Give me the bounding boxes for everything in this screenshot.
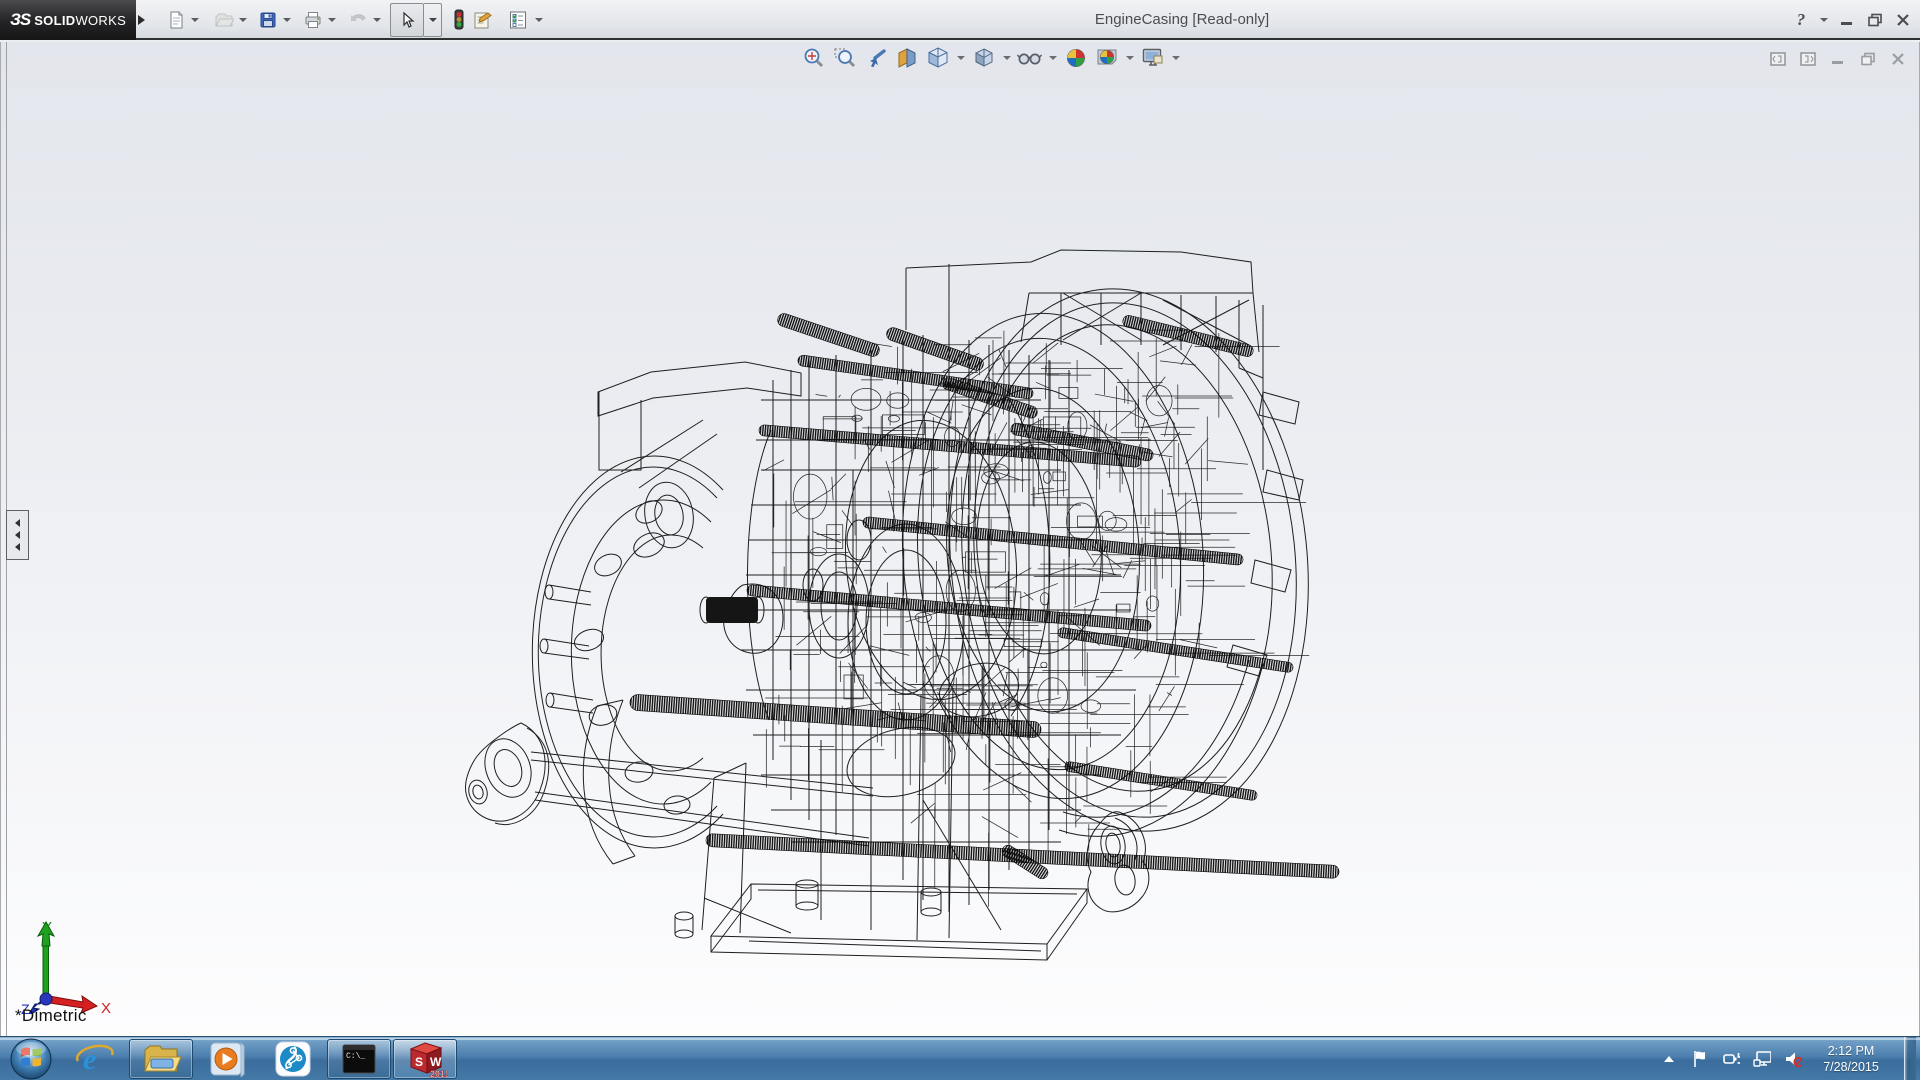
coordinate-triad: Y X Z (9, 918, 119, 1014)
taskbar-windows-explorer[interactable] (129, 1039, 193, 1079)
minimize-button[interactable] (1836, 9, 1858, 31)
select-tool-dropdown[interactable] (424, 3, 442, 37)
collapse-arrow-icon (15, 519, 20, 527)
menu-expand-arrow-icon[interactable] (138, 8, 150, 32)
power-plug-icon[interactable] (1722, 1050, 1740, 1068)
panel-expand-tab[interactable] (6, 510, 29, 560)
start-button[interactable] (0, 1037, 62, 1080)
network-icon[interactable] (1753, 1050, 1771, 1068)
taskbar-share-app[interactable] (261, 1039, 325, 1079)
taskbar-internet-explorer[interactable]: e (63, 1039, 127, 1079)
options-dropdown[interactable] (533, 14, 545, 26)
show-hidden-icons-button[interactable] (1660, 1050, 1678, 1068)
clock-date: 7/28/2015 (1815, 1059, 1887, 1075)
undo-dropdown[interactable] (371, 14, 383, 26)
hide-show-items-dropdown[interactable] (1048, 45, 1058, 71)
view-settings-icon[interactable] (1140, 45, 1166, 71)
doc-restore-button[interactable] (1857, 48, 1879, 70)
document-properties-button[interactable] (470, 6, 494, 34)
display-style-dropdown[interactable] (1002, 45, 1012, 71)
select-tool-button[interactable] (390, 3, 424, 37)
solidworks-window: ЗS SOLIDWORKS (0, 0, 1920, 1080)
open-document-dropdown[interactable] (237, 14, 249, 26)
graphics-viewport[interactable]: Y X Z *Dimetric (0, 42, 1920, 1036)
taskbar-clock[interactable]: 2:12 PM 7/28/2015 (1815, 1043, 1887, 1075)
zoom-to-area-icon[interactable] (832, 45, 858, 71)
show-desktop-button[interactable] (1904, 1037, 1916, 1080)
undo-button[interactable] (346, 6, 370, 34)
title-bar: ЗS SOLIDWORKS (0, 0, 1920, 40)
view-settings-dropdown[interactable] (1171, 45, 1181, 71)
pane-left-icon[interactable] (1767, 48, 1789, 70)
svg-text:W: W (430, 1055, 442, 1069)
collapse-arrow-icon (15, 543, 20, 551)
view-orientation-icon[interactable] (925, 45, 951, 71)
traffic-light-icon[interactable] (447, 6, 471, 34)
hide-show-items-icon[interactable] (1017, 45, 1043, 71)
options-checklist-button[interactable] (506, 6, 530, 34)
zoom-to-fit-icon[interactable] (801, 45, 827, 71)
display-style-icon[interactable] (971, 45, 997, 71)
3ds-logo-mark: ЗS (10, 10, 30, 30)
close-button[interactable] (1892, 9, 1914, 31)
clock-time: 2:12 PM (1815, 1043, 1887, 1059)
collapse-arrow-icon (15, 531, 20, 539)
document-window-controls (1767, 48, 1909, 70)
heads-up-view-toolbar (801, 44, 1181, 72)
save-button[interactable] (256, 6, 280, 34)
save-dropdown[interactable] (281, 14, 293, 26)
print-button[interactable] (301, 6, 325, 34)
restore-button[interactable] (1864, 9, 1886, 31)
x-axis-label: X (101, 1000, 111, 1014)
open-document-button[interactable] (212, 6, 236, 34)
view-orientation-dropdown[interactable] (956, 45, 966, 71)
section-view-icon[interactable] (894, 45, 920, 71)
svg-text:C:\_: C:\_ (346, 1052, 365, 1061)
svg-text:S: S (415, 1055, 423, 1069)
doc-minimize-button[interactable] (1827, 48, 1849, 70)
help-button[interactable]: ? (1790, 9, 1812, 31)
windows-taskbar: e (0, 1036, 1920, 1080)
apply-scene-icon[interactable] (1094, 45, 1120, 71)
document-title: EngineCasing [Read-only] (1057, 0, 1307, 40)
apply-scene-dropdown[interactable] (1125, 45, 1135, 71)
doc-close-button[interactable] (1887, 48, 1909, 70)
previous-view-icon[interactable] (863, 45, 889, 71)
edit-appearance-icon[interactable] (1063, 45, 1089, 71)
help-dropdown[interactable] (1818, 9, 1830, 31)
taskbar-solidworks[interactable]: S W 2015 (393, 1039, 457, 1079)
system-tray: 2:12 PM 7/28/2015 (1660, 1037, 1920, 1080)
logo-works: WORKS (75, 13, 126, 28)
svg-text:2015: 2015 (430, 1069, 448, 1079)
action-center-flag-icon[interactable] (1691, 1050, 1709, 1068)
logo-solid: SOLID (34, 13, 75, 28)
volume-muted-icon[interactable] (1784, 1050, 1802, 1068)
pane-right-icon[interactable] (1797, 48, 1819, 70)
taskbar-media-player[interactable] (195, 1039, 259, 1079)
solidworks-logo: ЗS SOLIDWORKS (0, 0, 136, 40)
print-dropdown[interactable] (326, 14, 338, 26)
view-orientation-label: *Dimetric (15, 1006, 87, 1026)
taskbar-command-prompt[interactable]: C:\_ (327, 1039, 391, 1079)
new-document-dropdown[interactable] (189, 14, 201, 26)
wireframe-model (1, 42, 1920, 1036)
new-document-button[interactable] (164, 6, 188, 34)
